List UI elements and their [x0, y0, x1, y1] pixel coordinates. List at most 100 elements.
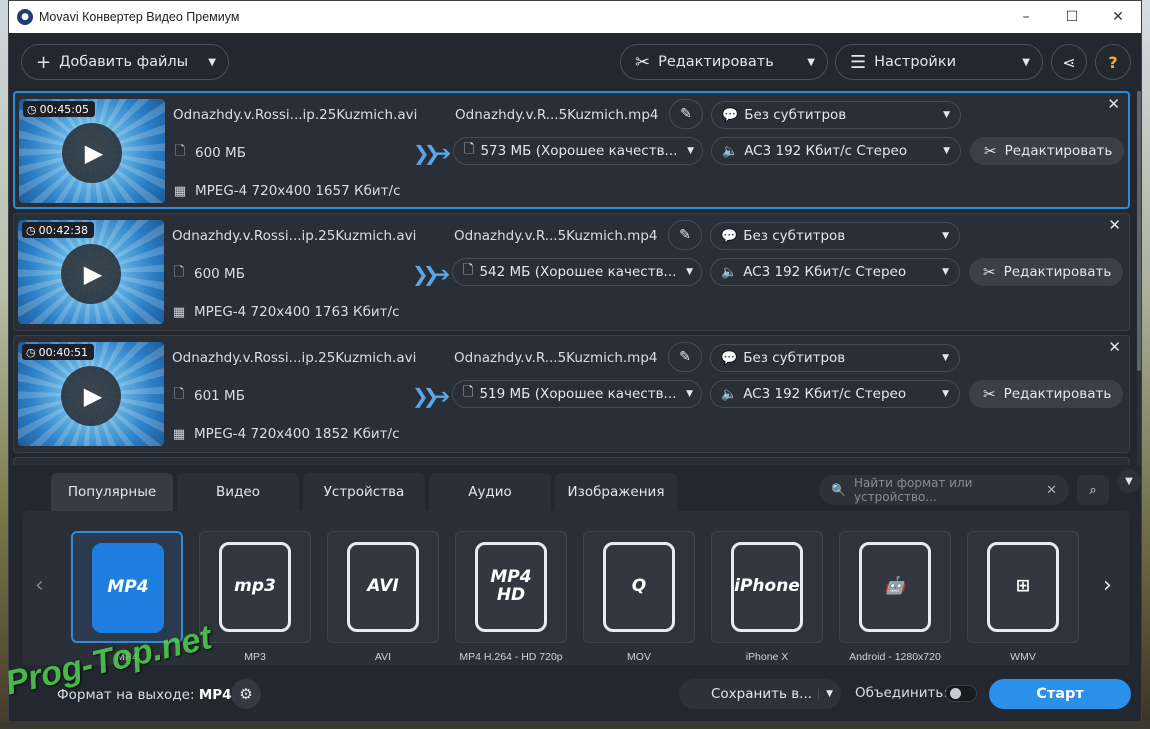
help-button[interactable]: ? [1095, 44, 1131, 80]
format-tile[interactable]: MP4 [71, 531, 183, 643]
start-button[interactable]: Старт [989, 679, 1131, 709]
edit-dropdown-button[interactable]: ✂ Редактировать ▼ [620, 44, 828, 80]
speaker-icon: 🔈 [721, 264, 738, 280]
tab-format-category[interactable]: Изображения [555, 473, 677, 511]
source-file-size: 🗋 600 МБ [173, 144, 246, 161]
source-file-spec: ▦ MPEG-4 720x400 1852 Кбит/с [172, 426, 400, 442]
video-thumbnail[interactable]: ◷ 00:40:51 ▶ [18, 342, 164, 446]
format-icon: Q [603, 542, 675, 632]
row-edit-button[interactable]: ✂ Редактировать [969, 258, 1123, 286]
audio-dropdown[interactable]: 🔈 AC3 192 Кбит/с Стерео ▼ [710, 258, 960, 286]
format-tabs: Популярные Видео Устройства Аудио Изображени… [51, 473, 677, 511]
remove-file-icon[interactable]: ✕ [1108, 216, 1121, 234]
source-spec-text: MPEG-4 720x400 1852 Кбит/с [194, 426, 400, 442]
video-thumbnail[interactable]: ◷ 00:42:38 ▶ [18, 220, 164, 324]
source-file-name: Odnazhdy.v.Rossi...ip.25Kuzmich.avi [172, 350, 417, 366]
row-edit-button[interactable]: ✂ Редактировать [969, 380, 1123, 408]
maximize-button[interactable]: ☐ [1049, 1, 1095, 33]
tab-format-category[interactable]: Устройства [303, 473, 425, 511]
rename-button[interactable]: ✎ [668, 220, 702, 250]
format-icon: MP4 HD [475, 542, 547, 632]
source-file-size: 🗋 600 МБ [172, 265, 245, 282]
format-label: MOV [627, 651, 651, 663]
rename-button[interactable]: ✎ [668, 342, 702, 372]
format-search-box[interactable]: 🔍 Найти формат или устройство... ✕ [819, 475, 1069, 505]
audio-dropdown[interactable]: 🔈 AC3 192 Кбит/с Стерео ▼ [711, 137, 961, 165]
remove-file-icon[interactable]: ✕ [1107, 95, 1120, 113]
search-device-button[interactable]: ⌕ [1077, 475, 1109, 505]
format-icon: 🤖 [859, 542, 931, 632]
speaker-icon: 🔈 [721, 386, 738, 402]
subtitles-dropdown[interactable]: 💬 Без субтитров ▼ [710, 344, 960, 372]
share-button[interactable]: ⋖ [1051, 44, 1087, 80]
search-input[interactable]: Найти формат или устройство... [854, 476, 1046, 504]
output-size-dropdown[interactable]: 🗋 519 МБ (Хорошее качеств... ▼ [452, 380, 702, 408]
search-icon: 🔍 [831, 483, 846, 497]
next-arrow-icon[interactable]: › [1103, 573, 1112, 598]
scrollbar-thumb[interactable] [1137, 91, 1141, 371]
format-tile[interactable]: ⊞ [967, 531, 1079, 643]
convert-arrow-icon: ❯❯➔ [412, 384, 450, 408]
format-tile[interactable]: iPhone [711, 531, 823, 643]
add-files-button[interactable]: + Добавить файлы ▼ [21, 44, 229, 80]
device-search-icon: ⌕ [1089, 482, 1097, 498]
play-icon[interactable]: ▶ [62, 123, 122, 183]
subtitles-dropdown[interactable]: 💬 Без субтитров ▼ [711, 101, 961, 129]
chevron-down-icon: ▼ [942, 267, 949, 277]
window-title: Movavi Конвертер Видео Премиум [39, 10, 240, 24]
tab-format-category[interactable]: Видео [177, 473, 299, 511]
toggle-knob [950, 688, 961, 699]
clear-icon[interactable]: ✕ [1046, 483, 1057, 498]
chevron-down-icon: ▼ [942, 353, 949, 363]
format-label: iPhone X [745, 651, 789, 663]
file-row[interactable]: ◷ 00:40:51 ▶ Odnazhdy.v.Rossi...ip.25Kuzm… [13, 335, 1130, 453]
title-bar: ● Movavi Конвертер Видео Премиум – ☐ ✕ [9, 1, 1141, 33]
tab-format-category[interactable]: Аудио [429, 473, 551, 511]
subtitles-text: Без субтитров [744, 107, 847, 123]
rename-button[interactable]: ✎ [669, 99, 703, 129]
tab-format-category[interactable]: Популярные [51, 473, 173, 511]
output-settings-button[interactable]: ⚙ [231, 679, 261, 709]
chevron-down-icon: ▼ [686, 389, 693, 399]
chevron-down-icon: ▼ [1022, 56, 1030, 68]
source-size-text: 601 МБ [194, 388, 245, 404]
format-icon: ⊞ [987, 542, 1059, 632]
settings-label: Настройки [874, 54, 957, 70]
duration-text: 00:45:05 [39, 102, 90, 116]
output-size-dropdown[interactable]: 🗋 573 МБ (Хорошее качеств... ▼ [453, 137, 703, 165]
output-file-name: Odnazhdy.v.R...5Kuzmich.mp4 [454, 228, 658, 244]
close-button[interactable]: ✕ [1095, 1, 1141, 33]
settings-dropdown-button[interactable]: ☰ Настройки ▼ [835, 44, 1043, 80]
save-to-button[interactable]: Сохранить в... ▼ [679, 679, 841, 709]
video-thumbnail[interactable]: ◷ 00:45:05 ▶ [19, 99, 165, 203]
audio-dropdown[interactable]: 🔈 AC3 192 Кбит/с Стерео ▼ [710, 380, 960, 408]
format-tile[interactable]: MP4 HD [455, 531, 567, 643]
chevron-down-icon: ▼ [1125, 475, 1133, 487]
play-icon[interactable]: ▶ [61, 366, 121, 426]
minimize-button[interactable]: – [1003, 1, 1049, 33]
file-row[interactable]: ◷ 00:45:05 ▶ Odnazhdy.v.Rossi...ip.25Kuzm… [13, 91, 1130, 209]
row-edit-label: Редактировать [1003, 386, 1112, 402]
subtitles-icon: 💬 [721, 228, 738, 244]
duration-text: 00:40:51 [38, 345, 89, 359]
row-edit-button[interactable]: ✂ Редактировать [970, 137, 1124, 165]
output-size-text: 542 МБ (Хорошее качеств... [479, 264, 677, 280]
output-size-dropdown[interactable]: 🗋 542 МБ (Хорошее качеств... ▼ [452, 258, 702, 286]
subtitles-dropdown[interactable]: 💬 Без субтитров ▼ [710, 222, 960, 250]
collapse-panel-button[interactable]: ▼ [1117, 469, 1141, 493]
film-icon: ▦ [173, 183, 187, 199]
chevron-down-icon[interactable]: ▼ [818, 689, 833, 699]
play-icon[interactable]: ▶ [61, 244, 121, 304]
file-list-scrollbar[interactable] [1137, 91, 1141, 466]
gear-icon: ⚙ [239, 685, 253, 703]
format-tile[interactable]: AVI [327, 531, 439, 643]
remove-file-icon[interactable]: ✕ [1108, 338, 1121, 356]
file-row[interactable]: ◷ 00:42:38 ▶ Odnazhdy.v.Rossi...ip.25Kuzm… [13, 213, 1130, 331]
merge-toggle[interactable] [945, 685, 977, 702]
source-size-text: 600 МБ [194, 266, 245, 282]
format-tile[interactable]: Q [583, 531, 695, 643]
file-row[interactable] [13, 457, 1130, 465]
film-icon: ▦ [172, 426, 186, 442]
format-tile[interactable]: 🤖 [839, 531, 951, 643]
prev-arrow-icon[interactable]: ‹ [35, 573, 44, 598]
